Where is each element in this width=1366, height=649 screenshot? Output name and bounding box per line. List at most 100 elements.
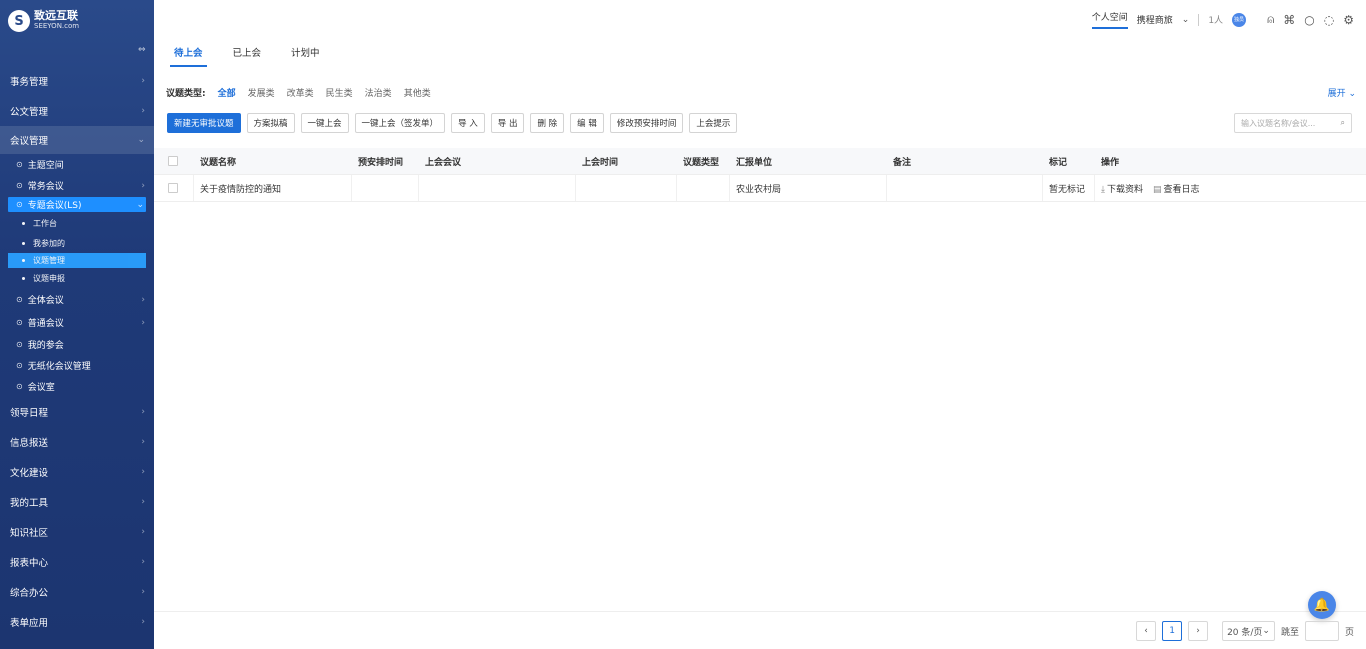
cell-type (677, 175, 730, 201)
pagination: ‹ 1 › 20 条/页 ⌄ 跳至 页 (1136, 621, 1354, 641)
table-row[interactable]: 关于疫情防控的通知 农业农村局 暂无标记 ⤓ 下载资料 ▤ 查看日志 (154, 175, 1366, 202)
expand-link[interactable]: 展开 ⌄ (1328, 86, 1356, 99)
submit-meeting-button[interactable]: 一键上会 (300, 113, 349, 133)
filter-option-development[interactable]: 发展类 (248, 86, 275, 99)
chevron-down-icon[interactable]: ⌄ (1182, 15, 1190, 25)
col-meeting[interactable]: 上会会议 (419, 148, 576, 174)
apps-icon[interactable]: ⌘ (1283, 13, 1295, 27)
modify-time-button[interactable]: 修改预安排时间 (609, 113, 684, 133)
meeting-reminder-button[interactable]: 上会提示 (689, 113, 738, 133)
filter-option-all[interactable]: 全部 (218, 86, 236, 99)
tab-done[interactable]: 已上会 (229, 45, 266, 67)
col-remark[interactable]: 备注 (887, 148, 1043, 174)
filter-option-reform[interactable]: 改革类 (287, 86, 314, 99)
sidebar-sub-topic-ls[interactable]: ⊙ 专题会议(LS) ⌄ (8, 197, 146, 212)
filter-option-livelihood[interactable]: 民生类 (326, 86, 353, 99)
sidebar-item-culture[interactable]: 文化建设 › (0, 457, 154, 487)
col-meeting-time[interactable]: 上会时间 (576, 148, 677, 174)
chevron-down-icon: ⌄ (1262, 626, 1270, 636)
sidebar-item-my-tools[interactable]: 我的工具 › (0, 487, 154, 517)
circle-icon: ⊙ (16, 361, 23, 370)
submit-meeting-signed-button[interactable]: 一键上会（签发单） (354, 113, 446, 133)
chat-icon[interactable]: ◌ (1324, 13, 1334, 27)
sidebar-sub-standing[interactable]: ⊙ 常务会议 › (0, 175, 154, 196)
top-bar: 个人空间 携程商旅 ⌄ 1人 独员 ⍝ ⌘ ○ ◌ ⚙ (1091, 10, 1354, 29)
personal-space-link[interactable]: 个人空间 (1091, 10, 1128, 29)
sidebar-leaf-joined[interactable]: 我参加的 (0, 233, 154, 253)
travel-link[interactable]: 携程商旅 (1137, 13, 1173, 26)
download-action[interactable]: ⤓ 下载资料 (1101, 182, 1143, 195)
chevron-right-icon: › (141, 617, 145, 627)
delete-button[interactable]: 删 除 (530, 113, 565, 133)
filter-option-other[interactable]: 其他类 (404, 86, 431, 99)
view-log-action[interactable]: ▤ 查看日志 (1153, 182, 1200, 195)
new-topic-button[interactable]: 新建无审批议题 (167, 113, 241, 133)
sidebar-item-knowledge[interactable]: 知识社区 › (0, 517, 154, 547)
sidebar-leaf-workbench[interactable]: 工作台 (0, 213, 154, 233)
sidebar-item-affairs[interactable]: 事务管理 › (0, 66, 154, 96)
col-unit[interactable]: 汇报单位 (730, 148, 887, 174)
select-all-checkbox[interactable] (154, 148, 194, 174)
sidebar-leaf-topic-management[interactable]: 议题管理 (8, 253, 146, 268)
user-avatar[interactable]: 独员 (1232, 12, 1247, 27)
sidebar-sub-rooms[interactable]: ⊙ 会议室 (0, 376, 154, 397)
collapse-sidebar-icon[interactable]: ⇔ (138, 45, 146, 55)
search-icon[interactable]: ○ (1304, 13, 1314, 27)
sidebar-sub-general[interactable]: ⊙ 普通会议 › (0, 311, 154, 334)
sidebar-sub-my-meetings[interactable]: ⊙ 我的参会 (0, 334, 154, 355)
sidebar-item-meetings[interactable]: 会议管理 ⌄ (0, 126, 154, 154)
export-button[interactable]: 导 出 (490, 113, 525, 133)
import-button[interactable]: 导 入 (451, 113, 485, 133)
chevron-right-icon: › (141, 497, 145, 507)
row-checkbox[interactable] (154, 175, 194, 201)
bell-icon[interactable]: 🔔 (1308, 591, 1336, 619)
chevron-right-icon: › (141, 106, 145, 116)
sidebar-item-forms[interactable]: 表单应用 › (0, 607, 154, 637)
sidebar-item-documents[interactable]: 公文管理 › (0, 96, 154, 126)
topic-table: 议题名称 预安排时间 上会会议 上会时间 议题类型 汇报单位 备注 标记 操作 … (154, 148, 1366, 202)
filter-option-law[interactable]: 法治类 (365, 86, 392, 99)
sidebar-sub-plenary[interactable]: ⊙ 全体会议 › (0, 288, 154, 311)
page-size-select[interactable]: 20 条/页 ⌄ (1222, 621, 1275, 641)
col-type[interactable]: 议题类型 (677, 148, 730, 174)
tab-planned[interactable]: 计划中 (287, 45, 324, 67)
search-icon[interactable]: ⌕ (1341, 118, 1345, 128)
table-header: 议题名称 预安排时间 上会会议 上会时间 议题类型 汇报单位 备注 标记 操作 (154, 148, 1366, 175)
circle-icon: ⊙ (16, 160, 23, 169)
sidebar-item-leader-schedule[interactable]: 领导日程 › (0, 397, 154, 427)
bullet-icon (22, 276, 25, 280)
cell-topic-name[interactable]: 关于疫情防控的通知 (194, 175, 352, 201)
logo-icon: S (8, 10, 30, 32)
draft-plan-button[interactable]: 方案拟稿 (246, 113, 295, 133)
chevron-right-icon: › (141, 294, 145, 305)
cell-mark: 暂无标记 (1043, 175, 1095, 201)
col-mark[interactable]: 标记 (1043, 148, 1095, 174)
chevron-right-icon: › (141, 76, 145, 86)
sidebar-item-reports[interactable]: 报表中心 › (0, 547, 154, 577)
prev-page-button[interactable]: ‹ (1136, 621, 1157, 641)
next-page-button[interactable]: › (1188, 621, 1209, 641)
tab-bar: 待上会 已上会 计划中 (170, 45, 324, 67)
search-input[interactable]: 输入议题名称/会议... ⌕ (1234, 113, 1352, 133)
sidebar-item-office[interactable]: 综合办公 › (0, 577, 154, 607)
bullet-icon (22, 221, 25, 225)
gear-icon[interactable]: ⚙ (1343, 13, 1354, 27)
sidebar-item-info-report[interactable]: 信息报送 › (0, 427, 154, 457)
jump-page-input[interactable] (1304, 621, 1339, 641)
circle-icon: ⊙ (16, 200, 23, 209)
col-topic-name[interactable]: 议题名称 (194, 148, 352, 174)
edit-button[interactable]: 编 辑 (570, 113, 604, 133)
col-pre-time[interactable]: 预安排时间 (352, 148, 419, 174)
sidebar-leaf-topic-apply[interactable]: 议题申报 (0, 268, 154, 288)
user-icon[interactable]: ⍝ (1267, 12, 1274, 27)
tab-pending[interactable]: 待上会 (170, 45, 207, 67)
logo-text: 致远互联 (34, 9, 78, 22)
divider (1198, 13, 1200, 26)
chevron-right-icon: › (141, 437, 145, 447)
page-number[interactable]: 1 (1162, 621, 1183, 641)
sidebar-sub-paperless[interactable]: ⊙ 无纸化会议管理 (0, 355, 154, 376)
main-content: 个人空间 携程商旅 ⌄ 1人 独员 ⍝ ⌘ ○ ◌ ⚙ 待上会 已上会 计划中 … (154, 0, 1366, 649)
chevron-right-icon: › (141, 557, 145, 567)
sidebar-sub-theme-space[interactable]: ⊙ 主题空间 (0, 154, 154, 175)
bullet-icon (22, 259, 25, 262)
